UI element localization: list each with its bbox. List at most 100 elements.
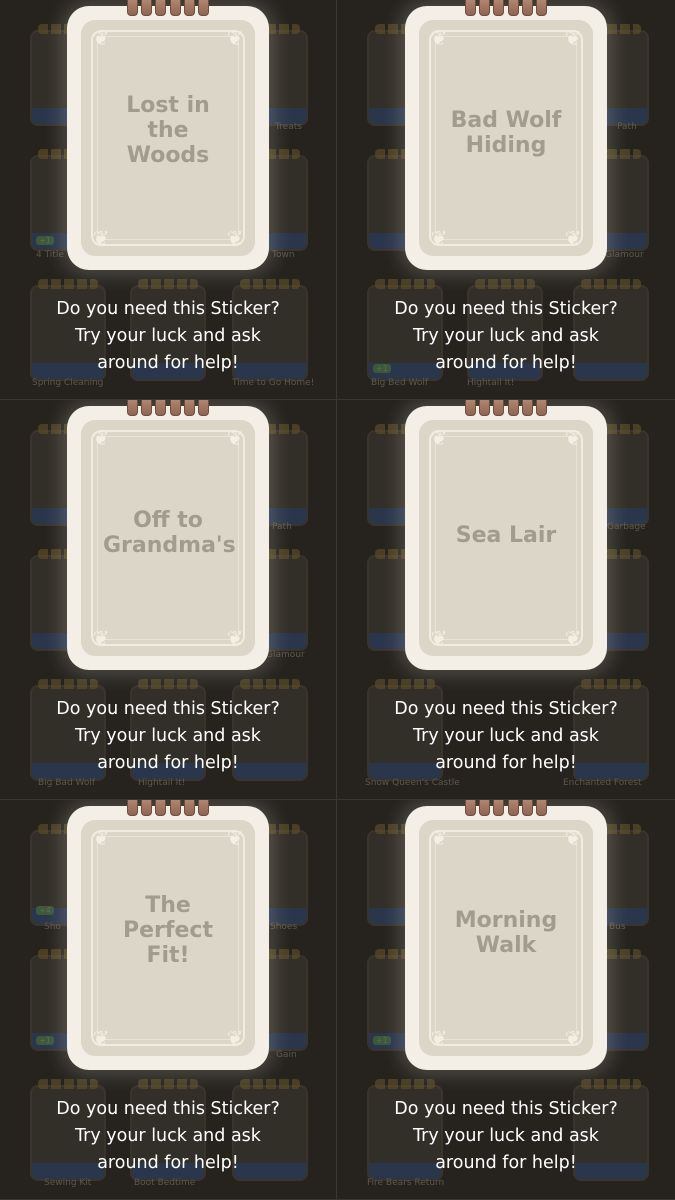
sticker-card[interactable]: ❦ ❦ ❦ ❦ Sea Lair [405, 400, 607, 670]
sticker-name: Off to Grandma's [103, 508, 236, 558]
sticker-panel: Garbage Enchanted Forest Snow Queen's Ca… [337, 400, 675, 800]
bg-sticker-label: Sho [44, 922, 61, 932]
caption-line: Try your luck and ask [75, 1126, 261, 1146]
binder-rings [465, 400, 547, 416]
caption-line: Do you need this Sticker? [56, 699, 280, 719]
caption-line: around for help! [435, 353, 577, 373]
leaf-ornament-icon: ❦ [226, 626, 244, 650]
bg-sticker-label: Fire Bears Return [367, 1178, 445, 1188]
bg-sticker-label: Time to Go Home! [232, 378, 315, 388]
leaf-ornament-icon: ❦ [430, 26, 448, 50]
help-request-caption: Do you need this Sticker? Try your luck … [337, 696, 675, 777]
bg-sticker-label: Snow Queen's Castle [365, 778, 460, 788]
sticker-name: Lost in the Woods [126, 93, 210, 168]
sticker-placeholder: ❦ ❦ ❦ ❦ The Perfect Fit! [81, 820, 255, 1056]
caption-line: Try your luck and ask [413, 726, 599, 746]
bg-sticker-label: Big Bad Wolf [38, 778, 96, 788]
leaf-ornament-icon: ❦ [564, 626, 582, 650]
sticker-panel: Shoes Sho Gain Sewing Kit Boot Bedtime +… [0, 800, 337, 1200]
bg-sticker-label: Hightail It! [138, 778, 186, 788]
bg-count-badge: +1 [36, 236, 54, 245]
sticker-card[interactable]: ❦ ❦ ❦ ❦ Bad Wolf Hiding [405, 0, 607, 270]
bg-sticker-label: Big Bed Wolf [371, 378, 429, 388]
leaf-ornament-icon: ❦ [92, 626, 110, 650]
sticker-placeholder: ❦ ❦ ❦ ❦ Bad Wolf Hiding [419, 20, 593, 256]
caption-line: around for help! [435, 753, 577, 773]
sticker-card[interactable]: ❦ ❦ ❦ ❦ The Perfect Fit! [67, 800, 269, 1070]
binder-rings [465, 800, 547, 816]
leaf-ornament-icon: ❦ [564, 226, 582, 250]
caption-line: Do you need this Sticker? [56, 1099, 280, 1119]
leaf-ornament-icon: ❦ [430, 1026, 448, 1050]
caption-line: around for help! [435, 1153, 577, 1173]
leaf-ornament-icon: ❦ [430, 826, 448, 850]
leaf-ornament-icon: ❦ [430, 626, 448, 650]
caption-line: Do you need this Sticker? [394, 299, 618, 319]
binder-rings [465, 0, 547, 16]
binder-rings [127, 800, 209, 816]
leaf-ornament-icon: ❦ [226, 226, 244, 250]
bg-sticker-label: Hightail It! [467, 378, 515, 388]
caption-line: Try your luck and ask [413, 326, 599, 346]
leaf-ornament-icon: ❦ [92, 426, 110, 450]
bg-sticker-label: Garbage [607, 522, 646, 532]
bg-sticker-label: Town [272, 250, 295, 260]
sticker-placeholder: ❦ ❦ ❦ ❦ Morning Walk [419, 820, 593, 1056]
bg-sticker-label: Glamour [266, 650, 305, 660]
bg-sticker-label: Boot Bedtime [134, 1178, 196, 1188]
bg-sticker-label: Gain [276, 1050, 297, 1060]
help-request-caption: Do you need this Sticker? Try your luck … [0, 296, 336, 377]
caption-line: Do you need this Sticker? [56, 299, 280, 319]
leaf-ornament-icon: ❦ [92, 826, 110, 850]
sticker-card[interactable]: ❦ ❦ ❦ ❦ Morning Walk [405, 800, 607, 1070]
bg-sticker-label: Path [617, 122, 637, 132]
bg-sticker-label: Spring Cleaning [32, 378, 104, 388]
bg-sticker-label: Enchanted Forest [563, 778, 642, 788]
help-request-caption: Do you need this Sticker? Try your luck … [337, 1096, 675, 1177]
sticker-name: The Perfect Fit! [123, 893, 213, 968]
binder-rings [127, 0, 209, 16]
leaf-ornament-icon: ❦ [92, 1026, 110, 1050]
sticker-placeholder: ❦ ❦ ❦ ❦ Off to Grandma's [81, 420, 255, 656]
help-request-caption: Do you need this Sticker? Try your luck … [337, 296, 675, 377]
sticker-name: Morning Walk [454, 908, 558, 958]
bg-sticker-label: Glamour [605, 250, 644, 260]
sticker-panel: Path Glamour Big Bed Wolf Hightail It! +… [337, 0, 675, 400]
sticker-card[interactable]: ❦ ❦ ❦ ❦ Off to Grandma's [67, 400, 269, 670]
caption-line: around for help! [97, 353, 239, 373]
sticker-panel: Bus Fire Bears Return +1 ❦ ❦ ❦ ❦ Morning… [337, 800, 675, 1200]
caption-line: Try your luck and ask [75, 326, 261, 346]
sticker-request-collage: Treats Town Spring Cleaning Time to Go H… [0, 0, 675, 1200]
leaf-ornament-icon: ❦ [226, 26, 244, 50]
caption-line: around for help! [97, 1153, 239, 1173]
bg-sticker-label: Sewing Kit [44, 1178, 92, 1188]
bg-sticker-label: Bus [609, 922, 626, 932]
sticker-placeholder: ❦ ❦ ❦ ❦ Lost in the Woods [81, 20, 255, 256]
bg-count-badge: +1 [36, 1036, 54, 1045]
bg-sticker-label: Shoes [270, 922, 298, 932]
sticker-panel: Treats Town Spring Cleaning Time to Go H… [0, 0, 337, 400]
help-request-caption: Do you need this Sticker? Try your luck … [0, 696, 336, 777]
leaf-ornament-icon: ❦ [564, 1026, 582, 1050]
caption-line: around for help! [97, 753, 239, 773]
caption-line: Do you need this Sticker? [394, 699, 618, 719]
sticker-panel: Path Glamour Big Bad Wolf Hightail It! ❦… [0, 400, 337, 800]
leaf-ornament-icon: ❦ [564, 426, 582, 450]
sticker-card[interactable]: ❦ ❦ ❦ ❦ Lost in the Woods [67, 0, 269, 270]
leaf-ornament-icon: ❦ [564, 826, 582, 850]
sticker-name: Bad Wolf Hiding [450, 108, 562, 158]
bg-sticker-label: Path [272, 522, 292, 532]
leaf-ornament-icon: ❦ [92, 226, 110, 250]
bg-sticker-label: 4 Title [36, 250, 64, 260]
leaf-ornament-icon: ❦ [226, 1026, 244, 1050]
bg-sticker-label: Treats [275, 122, 302, 132]
caption-line: Do you need this Sticker? [394, 1099, 618, 1119]
sticker-name: Sea Lair [455, 523, 557, 548]
leaf-ornament-icon: ❦ [430, 426, 448, 450]
help-request-caption: Do you need this Sticker? Try your luck … [0, 1096, 336, 1177]
bg-count-badge: +4 [36, 906, 54, 915]
leaf-ornament-icon: ❦ [564, 26, 582, 50]
sticker-placeholder: ❦ ❦ ❦ ❦ Sea Lair [419, 420, 593, 656]
bg-count-badge: +1 [373, 1036, 391, 1045]
binder-rings [127, 400, 209, 416]
